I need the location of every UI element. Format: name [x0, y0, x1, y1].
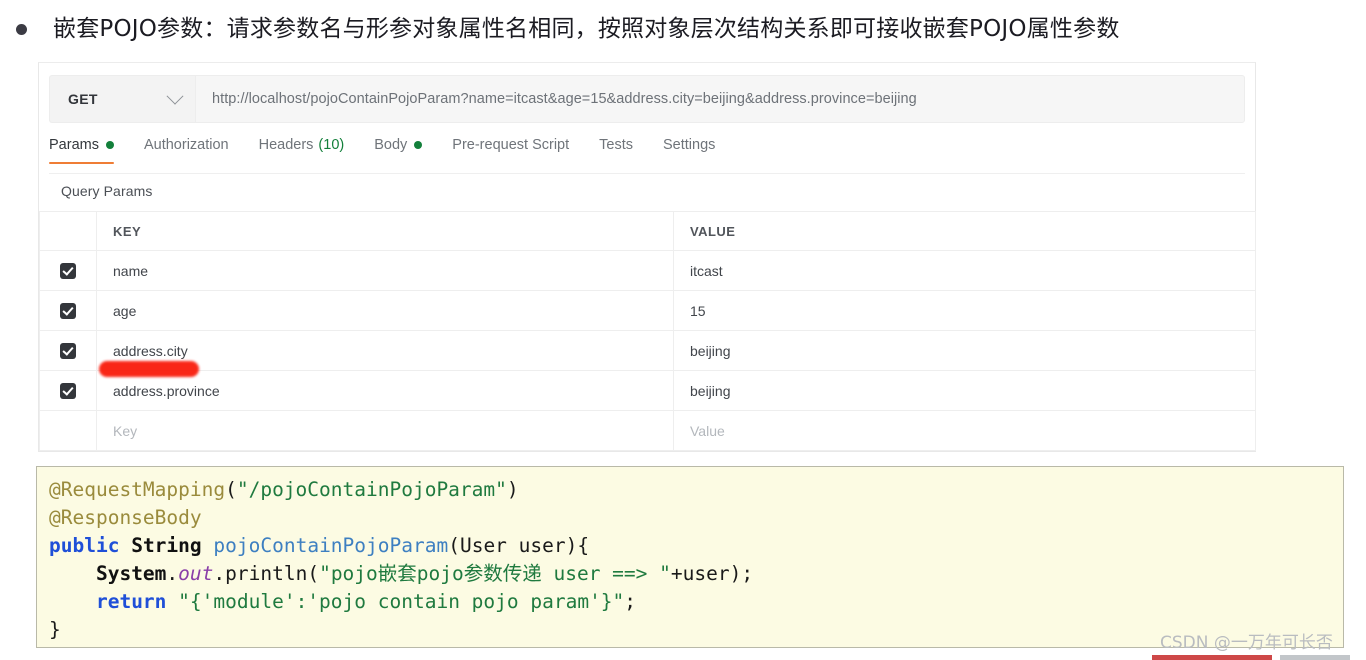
http-method-label: GET — [68, 91, 98, 107]
request-url-row: GET http://localhost/pojoContainPojoPara… — [49, 75, 1245, 123]
code-line-3: public String pojoContainPojoParam(User … — [49, 532, 1343, 560]
table-row: address.city beijing — [39, 330, 1256, 371]
row-checkbox-cell[interactable] — [39, 370, 97, 411]
request-url-input[interactable]: http://localhost/pojoContainPojoParam?na… — [195, 75, 1245, 123]
tab-params[interactable]: Params — [49, 137, 114, 164]
row-key-cell[interactable]: address.province — [96, 370, 674, 411]
keyword-public: public — [49, 534, 120, 557]
tab-headers[interactable]: Headers (10) — [259, 137, 345, 164]
keyword-return: return — [95, 590, 167, 613]
tab-settings[interactable]: Settings — [663, 137, 715, 164]
row-value-cell[interactable]: beijing — [673, 330, 1256, 371]
checkbox-checked-icon[interactable] — [60, 343, 76, 360]
method-name: pojoContainPojoParam — [213, 534, 449, 557]
new-row-checkbox-cell — [39, 410, 97, 451]
annotation-response-body: @ResponseBody — [49, 506, 202, 529]
request-tabs: Params Authorization Headers (10) Body P… — [49, 137, 1245, 174]
dot-2: . — [213, 562, 226, 585]
column-header-key: KEY — [96, 211, 674, 251]
tab-tests-label: Tests — [599, 137, 633, 153]
tab-headers-count: (10) — [318, 137, 345, 153]
row-value-cell[interactable]: itcast — [673, 250, 1256, 291]
method-args: (User user){ — [448, 534, 590, 557]
chevron-down-icon — [166, 87, 184, 105]
paren-open: ( — [225, 478, 237, 501]
body-modified-dot-icon — [414, 141, 423, 149]
bottom-red-fragment — [1152, 655, 1272, 660]
postman-request-panel: GET http://localhost/pojoContainPojoPara… — [38, 62, 1256, 452]
tab-headers-label: Headers — [258, 137, 314, 153]
row-checkbox-cell[interactable] — [39, 290, 97, 331]
call-println: println( — [225, 562, 320, 585]
tab-tests[interactable]: Tests — [599, 137, 633, 164]
code-line-5: return "{'module':'pojo contain pojo par… — [49, 588, 1343, 616]
java-code-block: @RequestMapping("/pojoContainPojoParam")… — [36, 466, 1344, 648]
mapping-path-string: "/pojoContainPojoParam" — [236, 478, 507, 501]
semicolon: ; — [624, 590, 637, 613]
tab-body-label: Body — [374, 137, 408, 153]
paren-close: ) — [506, 478, 519, 501]
code-line-4: System.out.println("pojo嵌套pojo参数传递 user … — [49, 560, 1343, 588]
tab-pre-request-script-label: Pre-request Script — [452, 137, 570, 153]
tab-authorization[interactable]: Authorization — [144, 137, 229, 164]
row-key-cell[interactable]: age — [96, 290, 674, 331]
tab-params-label: Params — [49, 137, 99, 153]
tab-pre-request-script[interactable]: Pre-request Script — [452, 137, 569, 164]
column-header-value: VALUE — [673, 211, 1256, 251]
heading-bullet-line: 嵌套POJO参数：请求参数名与形参对象属性名相同，按照对象层次结构关系即可接收嵌… — [0, 12, 1366, 46]
params-modified-dot-icon — [105, 141, 114, 149]
tab-body[interactable]: Body — [374, 137, 423, 164]
code-line-2: @ResponseBody — [49, 504, 1343, 532]
page-title: 嵌套POJO参数：请求参数名与形参对象属性名相同，按照对象层次结构关系即可接收嵌… — [53, 16, 1120, 42]
code-line-6: } — [49, 616, 1343, 644]
closing-brace: } — [49, 618, 61, 641]
type-string: String — [131, 534, 202, 557]
code-line-1: @RequestMapping("/pojoContainPojoParam") — [49, 476, 1343, 504]
checkbox-checked-icon[interactable] — [60, 383, 76, 400]
println-string: "pojo嵌套pojo参数传递 user ==> " — [319, 562, 671, 585]
annotation-request-mapping: @RequestMapping — [49, 478, 226, 501]
table-header-row: KEY VALUE — [39, 211, 1256, 251]
query-params-table: KEY VALUE name itcast age 15 address.cit… — [39, 211, 1256, 451]
row-key-cell[interactable]: address.city — [96, 330, 674, 371]
new-row-key-input[interactable]: Key — [96, 410, 674, 451]
return-string: "{'module':'pojo contain pojo param'}" — [178, 590, 625, 613]
table-row-new: Key Value — [39, 410, 1256, 451]
bottom-cutoff-strip — [0, 655, 1366, 660]
column-header-checkbox — [39, 211, 97, 251]
println-tail: +user); — [670, 562, 754, 585]
new-row-value-input[interactable]: Value — [673, 410, 1256, 451]
table-row: name itcast — [39, 250, 1256, 291]
checkbox-checked-icon[interactable] — [60, 303, 76, 320]
dot-1: . — [166, 562, 179, 585]
field-out: out — [178, 562, 214, 585]
row-value-cell[interactable]: beijing — [673, 370, 1256, 411]
row-checkbox-cell[interactable] — [39, 330, 97, 371]
http-method-select[interactable]: GET — [49, 75, 195, 123]
bottom-gray-fragment — [1280, 655, 1350, 660]
bullet-point-icon — [16, 24, 27, 35]
query-params-section-label: Query Params — [61, 183, 153, 199]
table-row: address.province beijing — [39, 370, 1256, 411]
row-checkbox-cell[interactable] — [39, 250, 97, 291]
row-key-cell[interactable]: name — [96, 250, 674, 291]
row-value-cell[interactable]: 15 — [673, 290, 1256, 331]
checkbox-checked-icon[interactable] — [60, 263, 76, 280]
class-system: System — [95, 562, 167, 585]
request-url-value: http://localhost/pojoContainPojoParam?na… — [212, 91, 917, 107]
tab-settings-label: Settings — [662, 137, 716, 153]
tab-authorization-label: Authorization — [143, 137, 229, 153]
table-row: age 15 — [39, 290, 1256, 331]
